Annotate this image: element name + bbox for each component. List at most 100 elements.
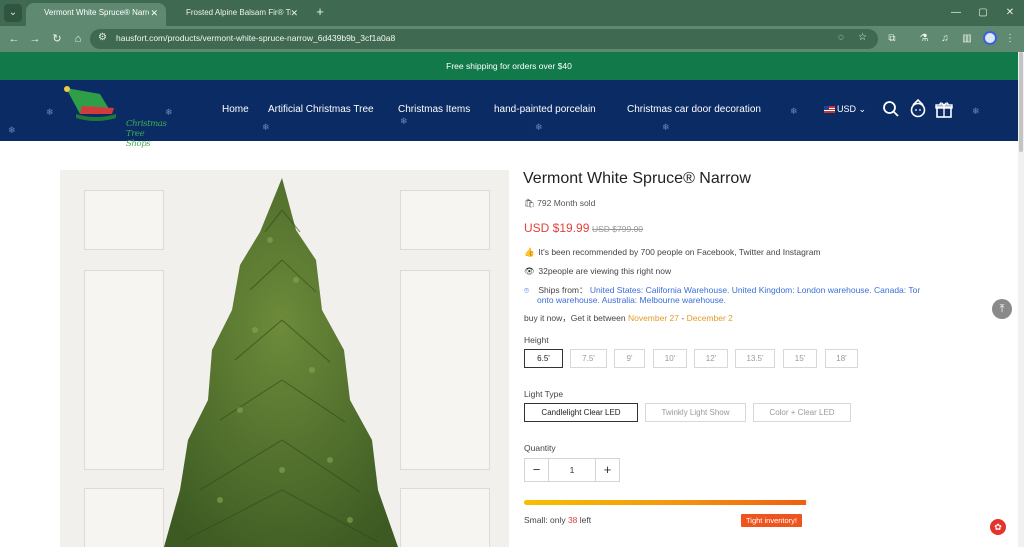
back-to-top-button[interactable]: ⤒ — [992, 299, 1012, 319]
stock-prefix: Small: only — [524, 515, 566, 525]
nav-home[interactable]: Home — [222, 104, 249, 115]
account-icon[interactable] — [909, 98, 927, 123]
thumbs-up-icon: 👍 — [524, 247, 535, 257]
snowflake-icon: ❄ — [8, 125, 16, 135]
viewing-line: 👁 32people are viewing this right now — [524, 266, 671, 277]
stock-progress-bar — [524, 500, 809, 505]
close-window-button[interactable]: ✕ — [1002, 5, 1018, 21]
stock-progress-fill — [524, 500, 807, 505]
height-option-18[interactable]: 18' — [825, 349, 858, 368]
browser-toolbar: ← → ↻ ⌂ ⚙ hausfort.com/products/vermont-… — [0, 26, 1024, 52]
product-title: Vermont White Spruce® Narrow — [523, 170, 751, 187]
location-pin-icon: ⌾ — [524, 285, 530, 295]
delivery-separator: - — [681, 313, 685, 323]
height-option-15[interactable]: 15' — [783, 349, 817, 368]
quantity-increase-button[interactable]: + — [595, 459, 619, 481]
product-price: USD $19.99 — [524, 221, 590, 235]
ships-from: ⌾ Ships from： United States: California … — [524, 285, 964, 305]
tab-close-icon[interactable]: ✕ — [150, 3, 158, 23]
product-image[interactable] — [60, 170, 509, 547]
new-tab-button[interactable]: + — [312, 4, 328, 20]
light-option-candlelight-clear-led[interactable]: Candlelight Clear LED — [524, 403, 638, 422]
nav-christmas-car-door-decoration[interactable]: Christmas car door decoration — [627, 104, 761, 115]
site-info-icon[interactable]: ⚙ — [98, 32, 107, 43]
side-panel-icon[interactable]: ▥ — [959, 31, 975, 47]
stock-count: 38 — [567, 515, 578, 525]
maximize-button[interactable]: ▢ — [975, 5, 991, 21]
delivery-prefix: buy it now，Get it between — [524, 313, 626, 323]
gift-cart-icon[interactable] — [935, 101, 953, 123]
height-option-7-5[interactable]: 7.5' — [570, 349, 607, 368]
light-option-twinkly-light-show[interactable]: Twinkly Light Show — [645, 403, 746, 422]
viewing-text: 32people are viewing this right now — [538, 266, 672, 276]
light-option-color-clear-led[interactable]: Color + Clear LED — [753, 403, 851, 422]
recommended-text: It's been recommended by 700 people on F… — [538, 247, 821, 257]
currency-selector[interactable]: USD ⌄ — [824, 104, 866, 115]
quantity-input[interactable]: 1 — [549, 459, 595, 481]
snowflake-icon: ❄ — [400, 116, 408, 126]
nav-artificial-christmas-tree[interactable]: Artificial Christmas Tree — [268, 104, 374, 115]
logo-text: Christmas Tree Shops — [126, 119, 167, 149]
tab-vermont-white-spruce[interactable]: Vermont White Spruce® Narrow ✕ — [26, 3, 166, 26]
bookmark-star-icon[interactable]: ☆ — [858, 32, 867, 43]
extensions-icon[interactable]: ⧉ — [884, 31, 900, 47]
tab-close-icon[interactable]: ✕ — [290, 3, 298, 23]
elf-hat-logo-icon — [64, 86, 116, 121]
warehouse-list: United States: California Warehouse. Uni… — [589, 285, 921, 295]
search-icon[interactable] — [882, 100, 900, 122]
bag-icon: 🛍 — [524, 198, 535, 208]
home-icon[interactable]: ⌂ — [70, 31, 86, 47]
tab-frosted-alpine-balsam[interactable]: Frosted Alpine Balsam Fir® Tre ✕ — [168, 3, 306, 26]
chat-button[interactable]: ✿ — [990, 519, 1006, 535]
christmas-tree-illustration — [164, 178, 398, 547]
snowflake-icon: ❄ — [535, 122, 543, 132]
delivery-estimate: buy it now，Get it between November 27 - … — [524, 312, 733, 324]
height-option-10[interactable]: 10' — [653, 349, 687, 368]
snowflake-icon: ❄ — [46, 107, 54, 117]
back-icon[interactable]: ← — [6, 31, 22, 47]
arrow-up-icon: ⤒ — [999, 303, 1005, 315]
eye-off-icon[interactable]: ◌ — [838, 32, 844, 43]
tab-search-button[interactable]: ⌄ — [4, 4, 22, 22]
tab-title: Vermont White Spruce® Narrow — [44, 8, 149, 17]
height-option-9[interactable]: 9' — [614, 349, 645, 368]
sold-count: 🛍 792 Month sold — [524, 198, 595, 209]
address-bar[interactable]: ⚙ hausfort.com/products/vermont-white-sp… — [90, 29, 878, 49]
delivery-end-date: December 2 — [686, 313, 733, 323]
snowflake-icon: ❄ — [165, 107, 173, 117]
height-option-12[interactable]: 12' — [694, 349, 728, 368]
menu-icon[interactable]: ⋮ — [1002, 31, 1018, 47]
chat-icon: ✿ — [994, 522, 1002, 532]
quantity-stepper: − 1 + — [524, 458, 620, 482]
forward-icon[interactable]: → — [27, 31, 43, 47]
minimize-button[interactable]: — — [948, 5, 964, 21]
warehouse-list-continued: onto warehouse. Australia: Melbourne war… — [537, 295, 727, 305]
currency-label: USD — [837, 104, 857, 114]
stock-suffix: left — [579, 515, 592, 525]
compare-at-price: USD $799.00 — [592, 224, 644, 234]
stock-remaining: Small: only 38 left — [524, 515, 591, 525]
profile-avatar[interactable] — [983, 31, 997, 45]
snowflake-icon: ❄ — [262, 122, 270, 132]
eye-icon: 👁 — [524, 266, 535, 276]
labs-icon[interactable]: ⚗ — [916, 31, 932, 47]
height-option-13-5[interactable]: 13.5' — [735, 349, 775, 368]
site-header: ❄ ❄ ❄ ❄ ❄ ❄ ❄ ❄ ❄ Christmas Tree Shops H… — [0, 80, 1018, 149]
page-scrollbar-thumb[interactable] — [1019, 52, 1023, 152]
quantity-label: Quantity — [524, 443, 556, 453]
promo-banner: Free shipping for orders over $40 — [0, 52, 1018, 80]
ships-label: Ships from： — [538, 285, 588, 295]
reload-icon[interactable]: ↻ — [49, 31, 65, 47]
recommended-line: 👍 It's been recommended by 700 people on… — [524, 247, 821, 258]
delivery-start-date: November 27 — [627, 313, 679, 323]
promo-text: Free shipping for orders over $40 — [446, 61, 572, 71]
media-icon[interactable]: ♫ — [937, 31, 953, 47]
chevron-down-icon: ⌄ — [858, 104, 867, 114]
store-logo[interactable]: Christmas Tree Shops — [60, 84, 167, 149]
height-option-6-5[interactable]: 6.5' — [524, 349, 563, 368]
nav-christmas-items[interactable]: Christmas Items — [398, 104, 470, 115]
snowflake-icon: ❄ — [790, 106, 798, 116]
nav-hand-painted-porcelain[interactable]: hand-painted porcelain — [494, 104, 596, 115]
quantity-decrease-button[interactable]: − — [525, 459, 549, 481]
url-text[interactable]: hausfort.com/products/vermont-white-spru… — [116, 33, 395, 43]
